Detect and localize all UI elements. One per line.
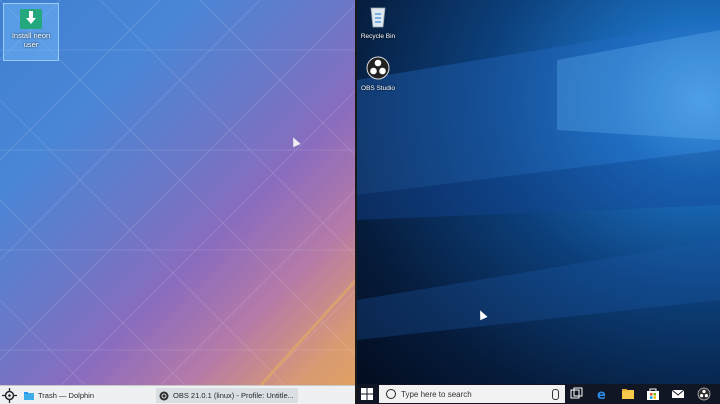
task-obs[interactable]: OBS 21.0.1 (linux) - Profile: Untitle... — [156, 388, 298, 403]
kde-desktop: Install neon user Trash — Dolphin OBS 21… — [0, 0, 356, 404]
mail-icon[interactable] — [671, 387, 685, 401]
task-dolphin[interactable]: Trash — Dolphin — [21, 388, 155, 403]
obs-icon — [159, 391, 169, 400]
task-obs-label: OBS 21.0.1 (linux) - Profile: Untitle... — [173, 391, 294, 400]
recycle-bin-desktop-icon[interactable]: Recycle Bin — [357, 4, 399, 40]
recycle-bin-icon — [370, 7, 386, 28]
search-circle-icon — [386, 389, 396, 399]
install-neon-label: Install neon user — [11, 31, 51, 49]
windows-wallpaper — [357, 20, 720, 340]
install-neon-desktop-icon[interactable]: Install neon user — [3, 3, 59, 61]
recycle-bin-label: Recycle Bin — [360, 33, 396, 40]
kde-panel: Trash — Dolphin OBS 21.0.1 (linux) - Pro… — [0, 385, 356, 404]
dolphin-folder-icon — [24, 391, 34, 400]
task-dolphin-label: Trash — Dolphin — [38, 391, 94, 400]
windows-desktop: Recycle Bin OBS Studio — [357, 0, 720, 404]
windows-taskbar: Type here to search e — [357, 384, 720, 404]
file-explorer-icon[interactable] — [621, 387, 635, 401]
store-icon[interactable] — [646, 387, 660, 401]
obs-studio-icon — [366, 56, 390, 80]
task-view-icon[interactable] — [570, 387, 584, 401]
download-install-icon — [20, 9, 42, 29]
kde-launcher-icon[interactable] — [1, 387, 18, 404]
search-placeholder: Type here to search — [401, 389, 472, 399]
obs-taskbar-icon[interactable] — [697, 387, 711, 401]
obs-studio-label: OBS Studio — [361, 85, 395, 92]
obs-studio-desktop-icon[interactable]: OBS Studio — [357, 56, 399, 92]
windows-start-icon[interactable] — [361, 388, 373, 400]
taskbar-search-box[interactable]: Type here to search — [379, 385, 565, 403]
microphone-icon[interactable] — [552, 388, 559, 400]
svg-text:e: e — [597, 388, 606, 401]
edge-icon[interactable]: e — [596, 387, 610, 401]
